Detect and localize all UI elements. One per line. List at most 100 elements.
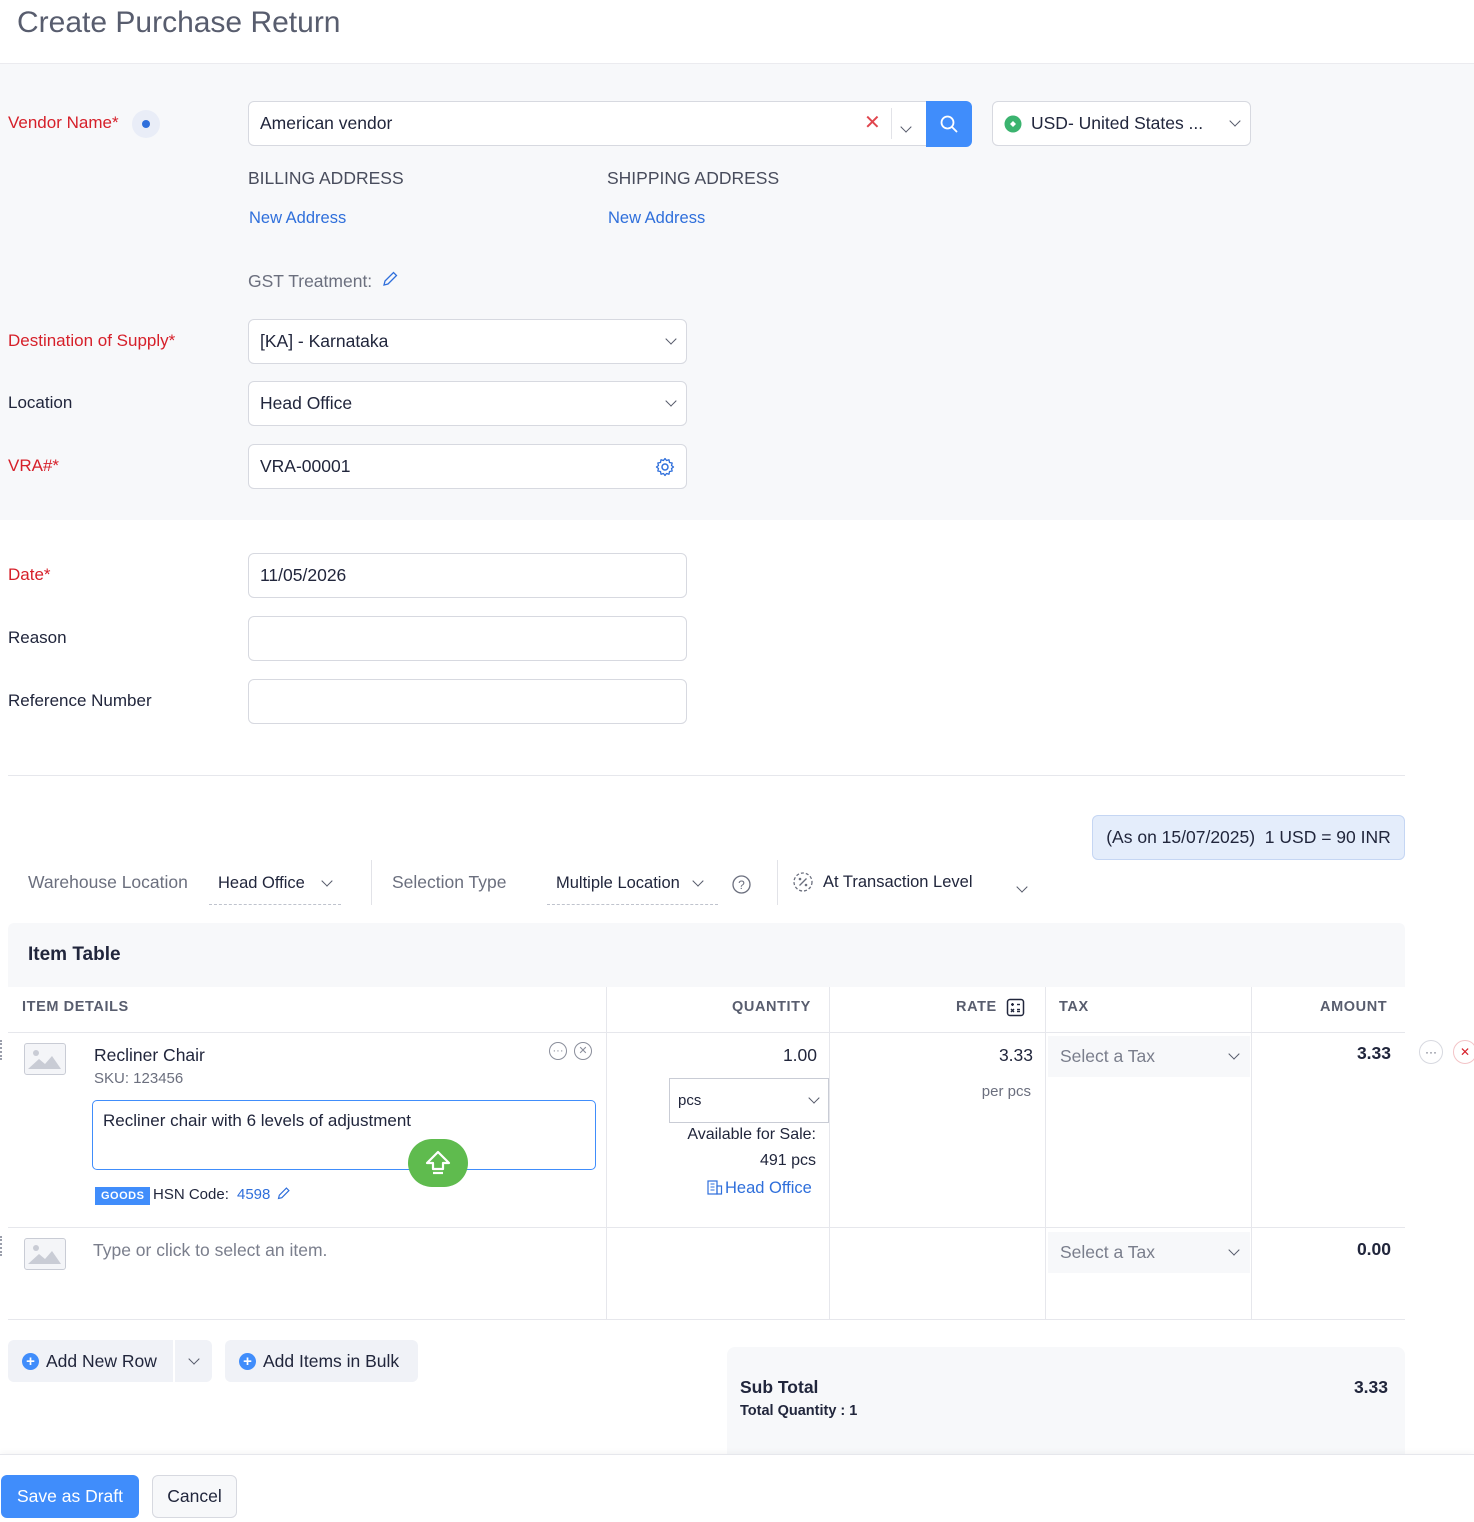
item-table-title: Item Table	[28, 944, 121, 965]
toolbar-divider	[371, 860, 372, 905]
row-more-icon[interactable]: ···	[1419, 1040, 1443, 1064]
gear-icon[interactable]	[655, 457, 675, 477]
reference-number-input[interactable]	[248, 679, 687, 724]
item-search-input[interactable]: Type or click to select an item.	[93, 1240, 327, 1261]
column-quantity: QUANTITY	[732, 999, 811, 1015]
exchange-rate-badge[interactable]: (As on 15/07/2025) 1 USD = 90 INR	[1092, 815, 1405, 860]
table-line	[8, 1227, 1405, 1228]
tax-placeholder: Select a Tax	[1060, 1046, 1156, 1066]
date-input[interactable]: 11/05/2026	[248, 553, 687, 598]
destination-value: [KA] - Karnataka	[260, 331, 389, 351]
item-amount: 3.33	[1356, 1043, 1391, 1063]
add-new-row-button[interactable]: + Add New Row	[8, 1340, 173, 1382]
table-line	[8, 1319, 1405, 1320]
chevron-down-icon	[1228, 1244, 1240, 1256]
add-items-in-bulk-button[interactable]: + Add Items in Bulk	[225, 1340, 418, 1382]
hsn-value[interactable]: 4598	[237, 1186, 270, 1203]
table-line	[8, 1032, 1405, 1033]
add-items-bulk-label: Add Items in Bulk	[263, 1350, 400, 1371]
plus-icon: +	[22, 1352, 39, 1370]
gst-treatment-label: GST Treatment:	[248, 271, 373, 291]
upload-button[interactable]	[408, 1139, 468, 1187]
billing-new-address-link[interactable]: New Address	[249, 209, 346, 228]
item-name[interactable]: Recliner Chair	[94, 1045, 205, 1066]
location-value: Head Office	[260, 393, 353, 413]
item-rate[interactable]: 3.33	[950, 1045, 1033, 1066]
vra-value: VRA-00001	[260, 456, 351, 476]
chevron-down-icon	[665, 395, 677, 407]
available-for-sale-label: Available for Sale:	[687, 1126, 816, 1143]
column-rate: RATE	[956, 999, 997, 1015]
chevron-down-icon[interactable]	[1016, 876, 1028, 896]
item-description-textarea[interactable]: Recliner chair with 6 levels of adjustme…	[92, 1100, 596, 1170]
image-placeholder-icon[interactable]	[24, 1043, 66, 1075]
page-title: Create Purchase Return	[17, 6, 341, 39]
chevron-down-icon	[808, 1092, 820, 1104]
vendor-info-dot[interactable]	[132, 110, 160, 138]
item-table-header-bar	[8, 923, 1405, 987]
drag-handle[interactable]	[0, 1236, 4, 1256]
table-column-line	[606, 987, 607, 1319]
currency-icon	[1004, 115, 1022, 132]
item-location-link[interactable]: Head Office	[725, 1179, 812, 1198]
currency-value: USD- United States ...	[1031, 113, 1204, 133]
chevron-down-icon	[1228, 1048, 1240, 1060]
selection-type-value: Multiple Location	[556, 873, 680, 892]
date-value: 11/05/2026	[260, 565, 347, 585]
selection-type-select[interactable]: Multiple Location	[547, 862, 718, 905]
selection-type-label: Selection Type	[392, 872, 507, 892]
more-options-icon[interactable]: ···	[549, 1042, 567, 1060]
vendor-select[interactable]: American vendor	[248, 101, 927, 146]
edit-icon[interactable]	[381, 270, 399, 293]
available-for-sale-value: 491 pcs	[759, 1152, 816, 1169]
warehouse-location-select[interactable]: Head Office	[209, 862, 341, 905]
help-icon[interactable]: ?	[732, 875, 751, 899]
reason-label: Reason	[8, 628, 67, 647]
chevron-down-icon	[665, 333, 677, 345]
remove-item-icon[interactable]: ✕	[574, 1042, 592, 1060]
image-placeholder-icon[interactable]	[24, 1238, 66, 1270]
cancel-button[interactable]: Cancel	[152, 1475, 237, 1518]
total-quantity: Total Quantity : 1	[740, 1403, 858, 1419]
item-sku: SKU: 123456	[94, 1070, 184, 1087]
vendor-name-label: Vendor Name*	[8, 113, 119, 132]
edit-icon[interactable]	[276, 1186, 291, 1206]
cancel-label: Cancel	[167, 1486, 222, 1506]
location-label: Location	[8, 393, 73, 412]
shipping-new-address-link[interactable]: New Address	[608, 209, 705, 228]
vra-input[interactable]: VRA-00001	[248, 444, 687, 489]
unit-value: pcs	[678, 1092, 702, 1109]
drag-handle[interactable]	[0, 1040, 4, 1060]
unit-select[interactable]: pcs	[669, 1078, 829, 1123]
currency-select[interactable]: USD- United States ...	[992, 101, 1251, 146]
column-item-details: ITEM DETAILS	[22, 999, 129, 1015]
subtotal-label: Sub Total	[740, 1377, 819, 1397]
table-column-line	[1251, 987, 1252, 1319]
save-as-draft-button[interactable]: Save as Draft	[1, 1475, 139, 1518]
location-select[interactable]: Head Office	[248, 381, 687, 426]
hsn-label: HSN Code:	[153, 1186, 229, 1203]
tax-select[interactable]: Select a Tax	[1048, 1232, 1250, 1273]
vendor-divider	[891, 108, 892, 139]
vendor-value: American vendor	[260, 113, 393, 133]
clear-icon[interactable]: ✕	[864, 113, 881, 133]
goods-badge: GOODS	[95, 1187, 151, 1205]
reason-input[interactable]	[248, 616, 687, 661]
item-description: Recliner chair with 6 levels of adjustme…	[103, 1111, 412, 1130]
row-remove-icon[interactable]: ✕	[1453, 1040, 1474, 1064]
add-row-dropdown[interactable]	[175, 1340, 212, 1382]
date-label: Date*	[8, 565, 51, 584]
chevron-down-icon[interactable]	[900, 116, 912, 136]
billing-address-heading: BILLING ADDRESS	[248, 168, 404, 188]
calculator-icon[interactable]	[1006, 998, 1025, 1022]
shipping-address-heading: SHIPPING ADDRESS	[607, 168, 780, 188]
tax-select[interactable]: Select a Tax	[1048, 1036, 1250, 1077]
vendor-search-button[interactable]	[926, 101, 972, 147]
svg-text:?: ?	[738, 878, 745, 892]
chevron-down-icon	[692, 874, 704, 887]
discount-level-value[interactable]: At Transaction Level	[823, 873, 973, 892]
destination-select[interactable]: [KA] - Karnataka	[248, 319, 687, 364]
item-quantity[interactable]: 1.00	[740, 1045, 817, 1066]
item-rate-unit: per pcs	[981, 1083, 1031, 1100]
section-divider	[8, 775, 1405, 776]
